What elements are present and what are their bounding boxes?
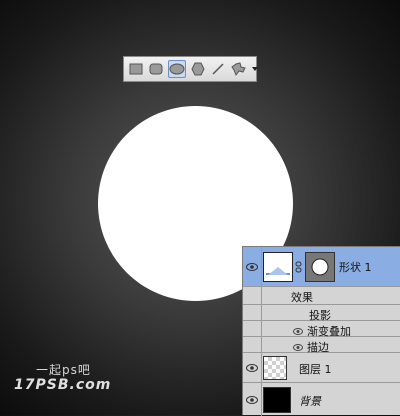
- layer-thumbnail: [263, 252, 293, 282]
- effects-label: 效果: [291, 291, 313, 304]
- site-watermark: 一起ps吧 17PSB.com: [14, 361, 124, 401]
- rounded-rectangle-tool-icon[interactable]: [148, 60, 164, 78]
- rectangle-tool-icon[interactable]: [128, 60, 144, 78]
- effect-row-gradient-overlay[interactable]: 渐变叠加: [243, 321, 400, 338]
- eye-icon[interactable]: [243, 353, 262, 382]
- eye-col-empty: [243, 305, 262, 320]
- ellipse-tool-icon[interactable]: [168, 60, 186, 78]
- line-tool-icon[interactable]: [210, 60, 226, 78]
- watermark-top-text: 一起ps吧: [36, 363, 91, 377]
- chevron-down-icon[interactable]: [252, 60, 258, 78]
- shape-tool-options-bar: [123, 56, 258, 82]
- layer-row-layer-1[interactable]: 图层 1: [243, 353, 400, 383]
- layer-name: 形状 1: [339, 261, 372, 274]
- layers-panel: 形状 1 效果 投影 渐变叠加 描边 图层 1 背景: [242, 246, 400, 416]
- eye-icon[interactable]: [243, 247, 262, 286]
- effect-row-stroke[interactable]: 描边: [243, 337, 400, 354]
- custom-shape-tool-icon[interactable]: [230, 60, 248, 78]
- layer-row-shape-1[interactable]: 形状 1: [243, 247, 400, 287]
- eye-col-empty: [243, 321, 262, 336]
- polygon-tool-icon[interactable]: [190, 60, 206, 78]
- effect-row-drop-shadow[interactable]: 投影: [243, 305, 400, 322]
- layer-row-background[interactable]: 背景: [243, 383, 400, 416]
- eye-col-empty: [243, 287, 262, 304]
- eye-col-empty: [243, 337, 262, 352]
- effects-header[interactable]: 效果: [243, 287, 400, 305]
- vector-mask-thumbnail: [305, 252, 335, 282]
- link-icon[interactable]: [295, 261, 303, 273]
- layer-thumbnail: [263, 356, 287, 380]
- layer-name: 背景: [299, 395, 321, 408]
- eye-icon[interactable]: [243, 383, 262, 416]
- watermark-bottom-text: 17PSB.com: [14, 377, 112, 393]
- layer-name: 图层 1: [299, 363, 332, 376]
- layer-thumbnail: [263, 387, 291, 413]
